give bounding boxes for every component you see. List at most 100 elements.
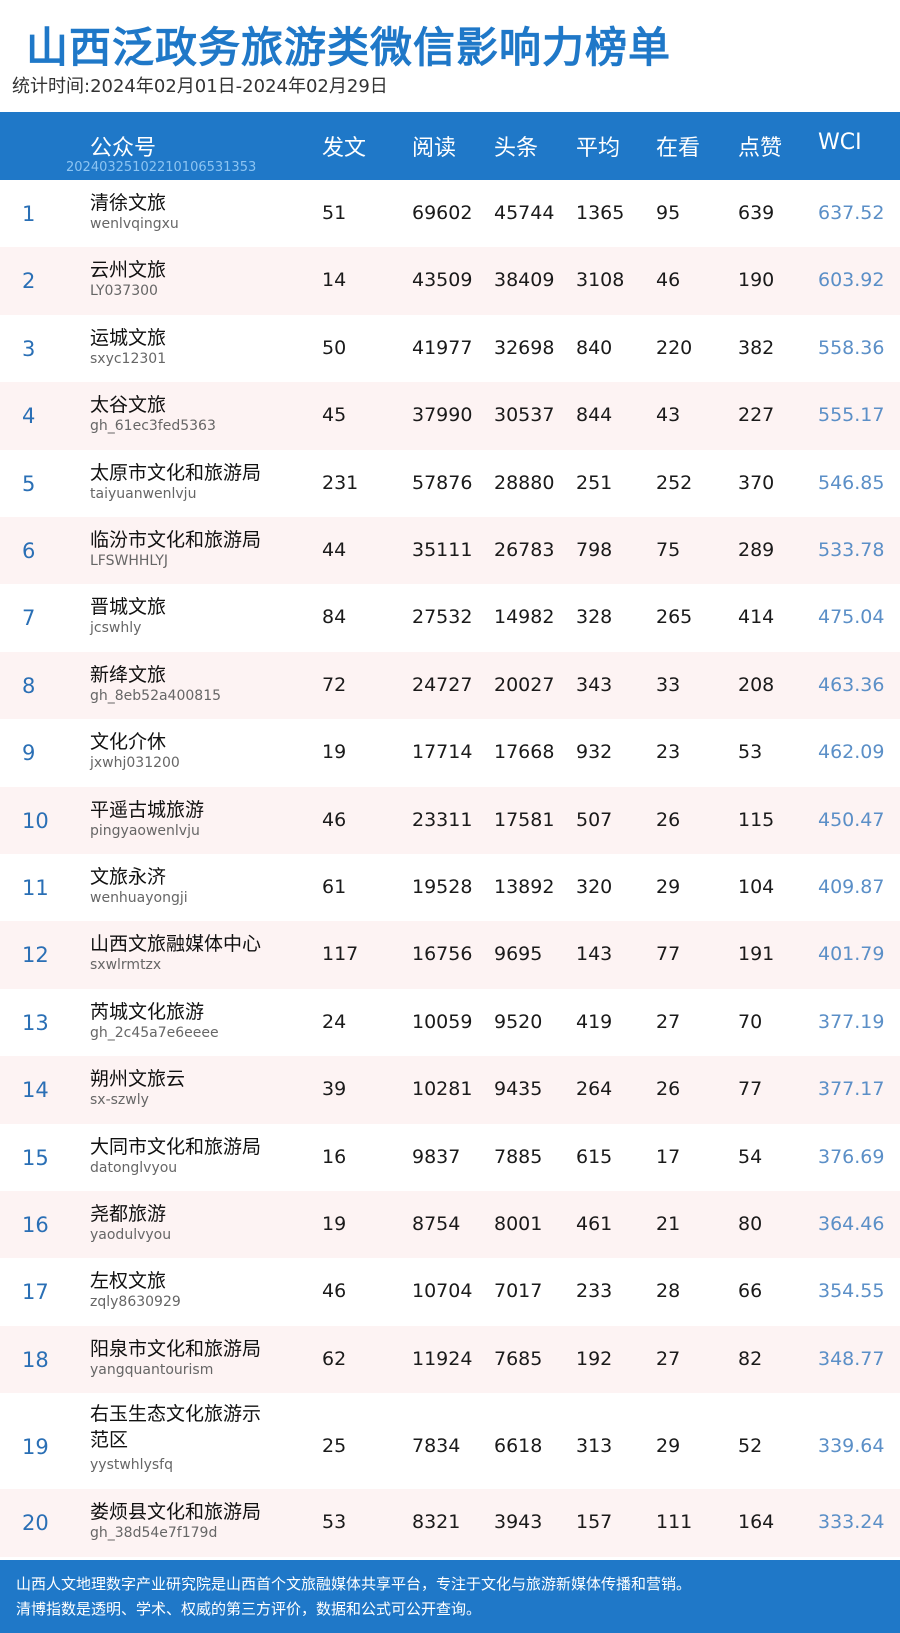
account-id: datonglvyou: [90, 1159, 178, 1176]
footer-line-1: 山西人文地理数字产业研究院是山西首个文旅融媒体共享平台，专注于文化与旅游新媒体传…: [16, 1575, 692, 1593]
rank-number: 20: [22, 1511, 49, 1536]
account-name: 尧都旅游: [90, 1203, 167, 1225]
cell-posts: 19: [322, 1213, 347, 1235]
account-name: 左权文旅: [90, 1270, 167, 1293]
cell-reads: 43509: [412, 269, 473, 292]
account-name: 右玉生态文化旅游示: [90, 1403, 262, 1426]
table-row: 4 太谷文旅 gh_61ec3fed5363 45 37990 30537 844 43 227…: [0, 382, 900, 450]
cell-average: 3108: [576, 269, 625, 292]
cell-reads: 10281: [412, 1078, 473, 1101]
table-row: 5 太原市文化和旅游局 taiyuanwenlvju 231 57876 28880 251…: [0, 449, 900, 517]
table-row: 13 芮城文化旅游 gh_2c45a7e6eeee 24 10059 9520 419 27 7…: [0, 988, 900, 1057]
cell-average: 343: [576, 673, 613, 696]
cell-likes: 77: [738, 1078, 763, 1101]
cell-watching: 46: [656, 269, 681, 292]
table-row: 17 左权文旅 zqly8630929 46 10704 7017 233 28 66 354.5…: [0, 1258, 900, 1326]
rank-number: 16: [22, 1213, 49, 1237]
header-watching: 在看: [656, 136, 701, 161]
cell-average: 233: [576, 1280, 613, 1303]
cell-wci: 377.19: [818, 1010, 885, 1033]
cell-wci: 377.17: [818, 1078, 885, 1101]
table-row: 14 朔州文旅云 sx-szwly 39 10281 9435 264 26 77 377.17: [0, 1056, 900, 1124]
cell-average: 264: [576, 1078, 613, 1101]
cell-headline: 9520: [494, 1010, 543, 1033]
cell-posts: 84: [322, 606, 347, 629]
cell-watching: 29: [656, 876, 681, 898]
rank-number: 2: [22, 269, 36, 294]
cell-watching: 23: [656, 741, 681, 764]
rank-number: 12: [22, 943, 49, 968]
cell-posts: 46: [322, 1280, 347, 1303]
cell-headline: 17668: [494, 741, 555, 764]
cell-average: 844: [576, 404, 613, 427]
cell-average: 461: [576, 1213, 613, 1235]
account-id: sxyc12301: [90, 350, 167, 367]
table-row: 10 平遥古城旅游 pingyaowenlvju 46 23311 17581 507 26 1…: [0, 786, 900, 854]
header-posts: 发文: [322, 136, 367, 161]
rank-number: 15: [22, 1145, 49, 1170]
table-row: 11 文旅永济 wenhuayongji 61 19528 13892 320 29 104 40…: [0, 854, 900, 922]
header-headline: 头条: [494, 136, 539, 161]
cell-headline: 9435: [494, 1078, 543, 1101]
account-name: 新绛文旅: [90, 663, 167, 686]
cell-watching: 111: [656, 1511, 693, 1534]
account-id: gh_2c45a7e6eeee: [90, 1024, 219, 1041]
table-row: 6 临汾市文化和旅游局 LFSWHHLYJ 44 35111 26783 798 75 289 5…: [0, 517, 900, 585]
page-title: 山西泛政务旅游类微信影响力榜单: [26, 23, 672, 72]
cell-likes: 66: [738, 1280, 763, 1303]
cell-headline: 14982: [494, 606, 555, 629]
cell-average: 932: [576, 741, 613, 764]
cell-posts: 25: [322, 1435, 347, 1458]
cell-likes: 227: [738, 404, 775, 427]
cell-likes: 70: [738, 1010, 763, 1033]
cell-average: 192: [576, 1347, 613, 1370]
cell-reads: 8321: [412, 1511, 461, 1534]
cell-wci: 603.92: [818, 269, 885, 292]
cell-average: 798: [576, 539, 613, 561]
cell-likes: 639: [738, 202, 775, 224]
account-name: 太谷文旅: [90, 394, 167, 417]
account-id: zqly8630929: [90, 1294, 181, 1311]
cell-average: 251: [576, 471, 613, 494]
cell-watching: 26: [656, 1078, 681, 1101]
table-row: 12 山西文旅融媒体中心 sxwlrmtzx 117 16756 9695 143 77 191…: [0, 921, 900, 989]
table-header: 公众号 20240325102210106531353 发文 阅读 头条 平均 …: [0, 112, 900, 180]
table-row: 16 尧都旅游 yaodulvyou 19 8754 8001 461 21 80 364.46: [0, 1191, 900, 1259]
account-name: 朔州文旅云: [90, 1068, 186, 1091]
table-row: 18 阳泉市文化和旅游局 yangquantourism 62 11924 7685 192…: [0, 1325, 900, 1394]
cell-wci: 533.78: [818, 539, 885, 561]
cell-likes: 190: [738, 269, 775, 292]
account-id: LY037300: [90, 283, 158, 300]
rank-number: 18: [22, 1347, 49, 1372]
cell-watching: 28: [656, 1280, 681, 1303]
cell-likes: 191: [738, 943, 775, 966]
cell-posts: 61: [322, 876, 347, 898]
cell-wci: 339.64: [818, 1435, 885, 1458]
cell-posts: 46: [322, 808, 347, 831]
cell-headline: 7017: [494, 1280, 543, 1303]
account-name: 临汾市文化和旅游局: [90, 529, 262, 551]
rank-number: 19: [22, 1435, 49, 1460]
cell-average: 507: [576, 808, 613, 831]
cell-likes: 208: [738, 673, 775, 696]
cell-headline: 20027: [494, 673, 555, 696]
account-name: 芮城文化旅游: [90, 1000, 205, 1023]
cell-watching: 265: [656, 606, 693, 629]
cell-watching: 252: [656, 471, 693, 494]
cell-posts: 62: [322, 1347, 347, 1370]
cell-reads: 9837: [412, 1145, 461, 1168]
cell-posts: 19: [322, 741, 347, 764]
footer: 山西人文地理数字产业研究院是山西首个文旅融媒体共享平台，专注于文化与旅游新媒体传…: [0, 1560, 900, 1633]
cell-average: 615: [576, 1145, 613, 1168]
account-id: sx-szwly: [90, 1092, 149, 1109]
cell-reads: 57876: [412, 471, 473, 494]
table-row: 3 运城文旅 sxyc12301 50 41977 32698 840 220 382 558.3…: [0, 314, 900, 383]
cell-headline: 45744: [494, 202, 555, 224]
rank-number: 8: [22, 673, 36, 698]
rank-number: 1: [22, 202, 36, 226]
cell-posts: 53: [322, 1511, 347, 1534]
cell-average: 840: [576, 336, 613, 359]
rank-number: 5: [22, 471, 36, 496]
cell-likes: 104: [738, 876, 775, 898]
cell-likes: 115: [738, 808, 775, 831]
